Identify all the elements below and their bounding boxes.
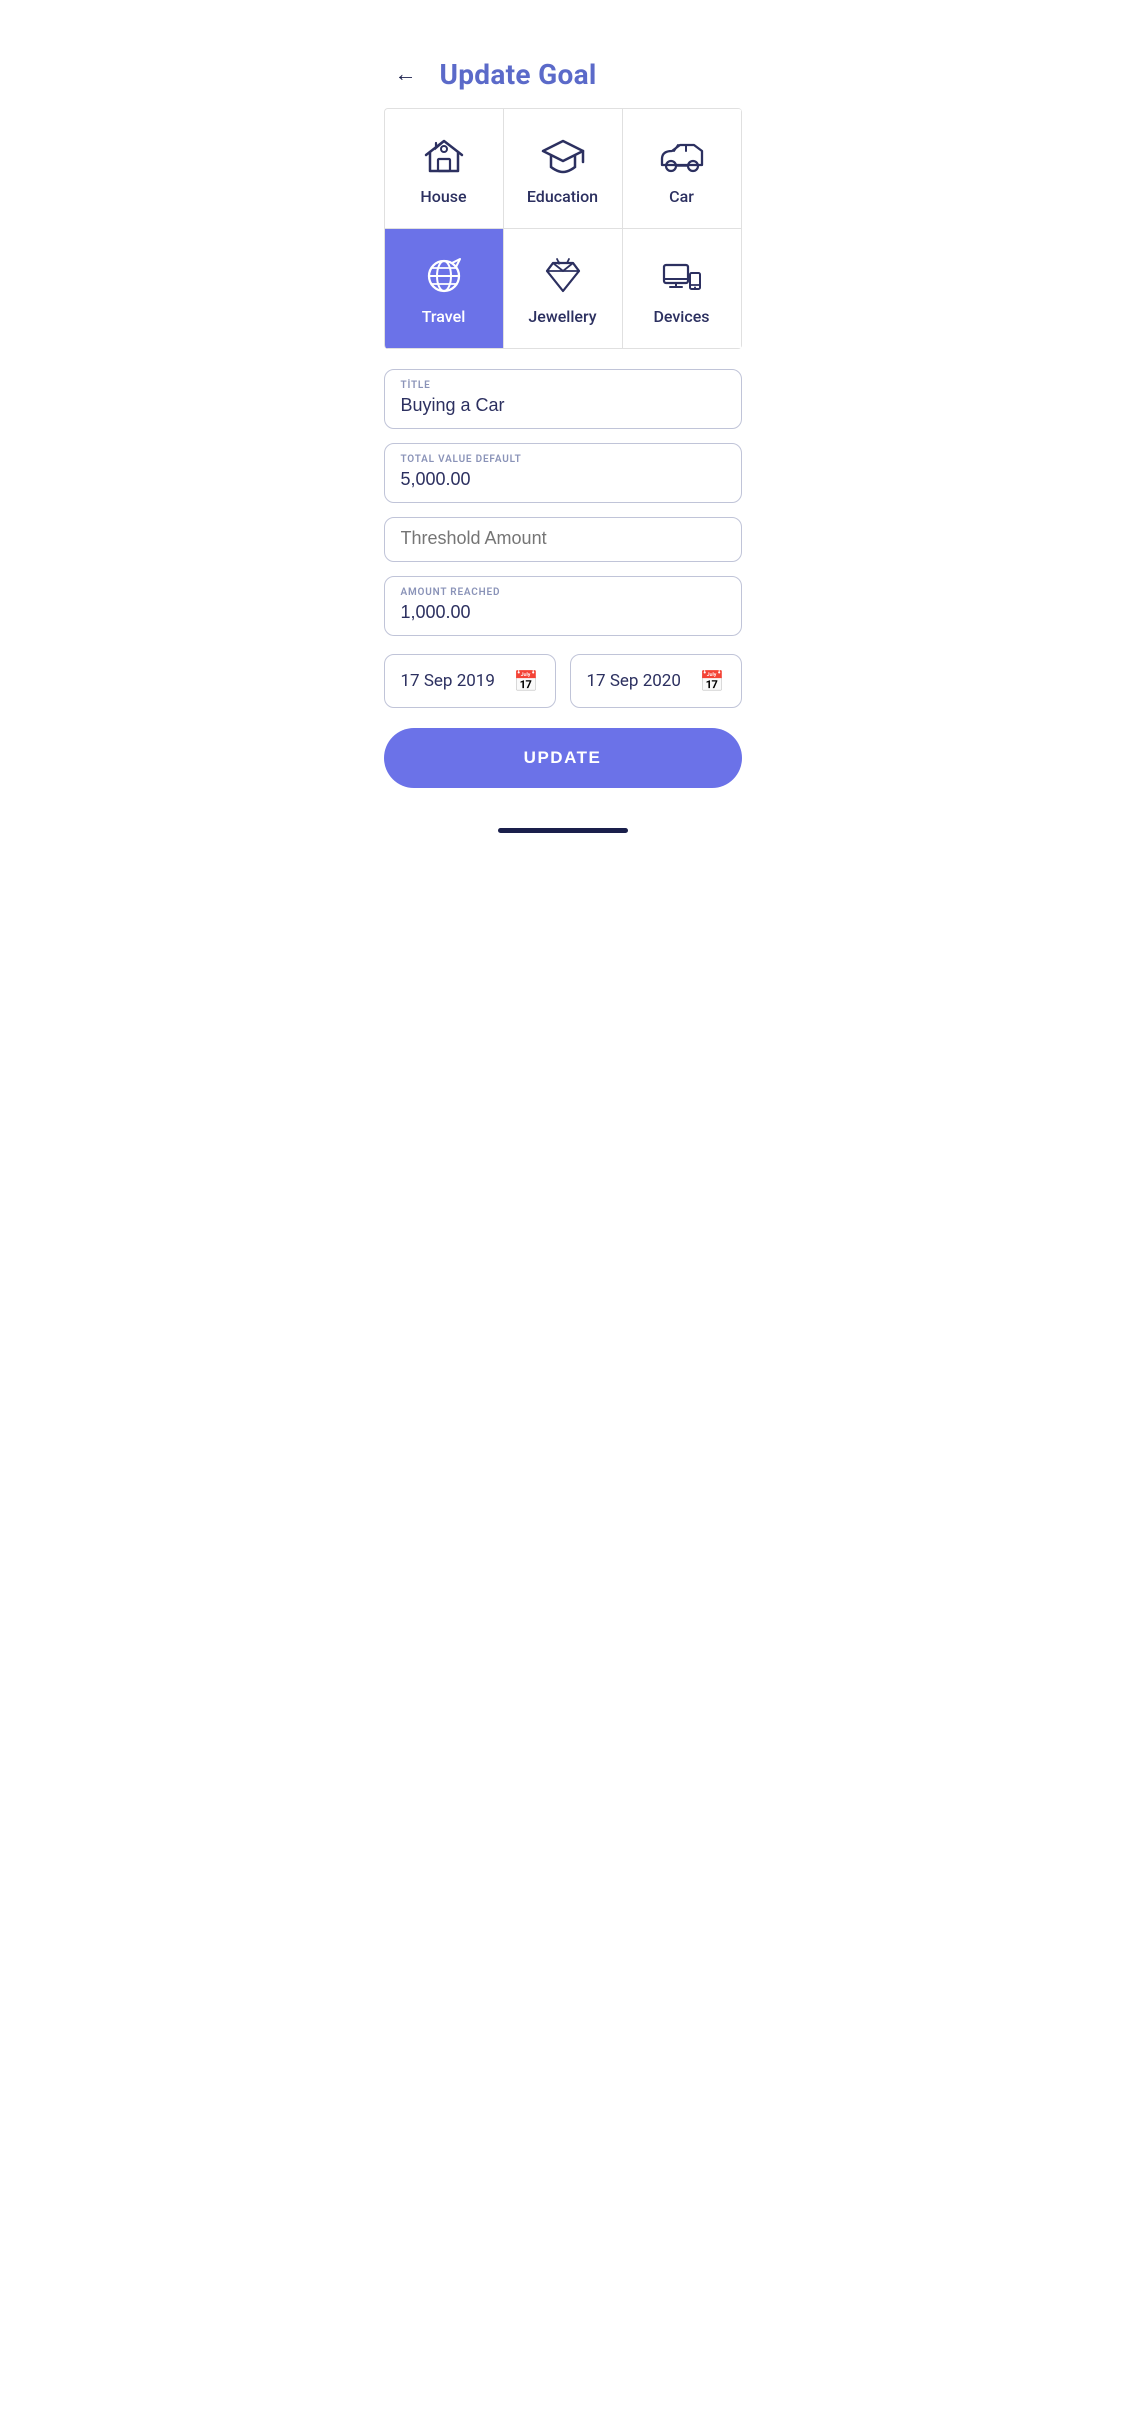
update-button[interactable]: UPDATE — [384, 728, 742, 788]
start-date-picker[interactable]: 17 Sep 2019 📅 — [384, 654, 556, 708]
home-bar — [498, 828, 628, 833]
category-travel[interactable]: Travel — [385, 229, 504, 349]
category-car-label: Car — [669, 187, 694, 206]
category-house[interactable]: House — [385, 109, 504, 229]
car-icon — [656, 135, 708, 177]
total-input[interactable] — [401, 469, 725, 490]
category-house-label: House — [420, 187, 466, 206]
status-bar — [368, 0, 758, 44]
end-date-text: 17 Sep 2020 — [587, 671, 681, 691]
total-input-group[interactable]: TOTAL VALUE DEFAULT — [384, 443, 742, 503]
category-jewellery[interactable]: Jewellery — [504, 229, 623, 349]
threshold-input-group[interactable] — [384, 517, 742, 562]
total-label: TOTAL VALUE DEFAULT — [401, 454, 725, 465]
title-label: TİTLE — [401, 380, 725, 391]
date-row: 17 Sep 2019 📅 17 Sep 2020 📅 — [384, 654, 742, 708]
back-icon: ← — [395, 61, 417, 87]
category-grid: House Education Car — [384, 108, 742, 349]
house-icon — [418, 135, 470, 177]
category-education[interactable]: Education — [504, 109, 623, 229]
devices-icon — [656, 255, 708, 297]
category-jewellery-label: Jewellery — [528, 307, 596, 326]
education-icon — [537, 135, 589, 177]
category-car[interactable]: Car — [623, 109, 742, 229]
form-section: TİTLE TOTAL VALUE DEFAULT AMOUNT REACHED… — [368, 349, 758, 708]
category-education-label: Education — [527, 187, 598, 206]
category-travel-label: Travel — [422, 307, 466, 326]
start-date-text: 17 Sep 2019 — [401, 671, 495, 691]
start-calendar-icon: 📅 — [514, 669, 539, 693]
amount-input-group[interactable]: AMOUNT REACHED — [384, 576, 742, 636]
title-input[interactable] — [401, 395, 725, 416]
amount-input[interactable] — [401, 602, 725, 623]
category-devices-label: Devices — [653, 307, 709, 326]
end-date-picker[interactable]: 17 Sep 2020 📅 — [570, 654, 742, 708]
back-button[interactable]: ← — [388, 56, 424, 92]
title-input-group[interactable]: TİTLE — [384, 369, 742, 429]
jewellery-icon — [537, 255, 589, 297]
end-calendar-icon: 📅 — [700, 669, 725, 693]
threshold-input[interactable] — [401, 528, 725, 549]
home-indicator — [368, 828, 758, 843]
header: ← Update Goal — [368, 44, 758, 108]
category-devices[interactable]: Devices — [623, 229, 742, 349]
travel-icon — [418, 255, 470, 297]
page-title: Update Goal — [440, 58, 597, 91]
amount-label: AMOUNT REACHED — [401, 587, 725, 598]
